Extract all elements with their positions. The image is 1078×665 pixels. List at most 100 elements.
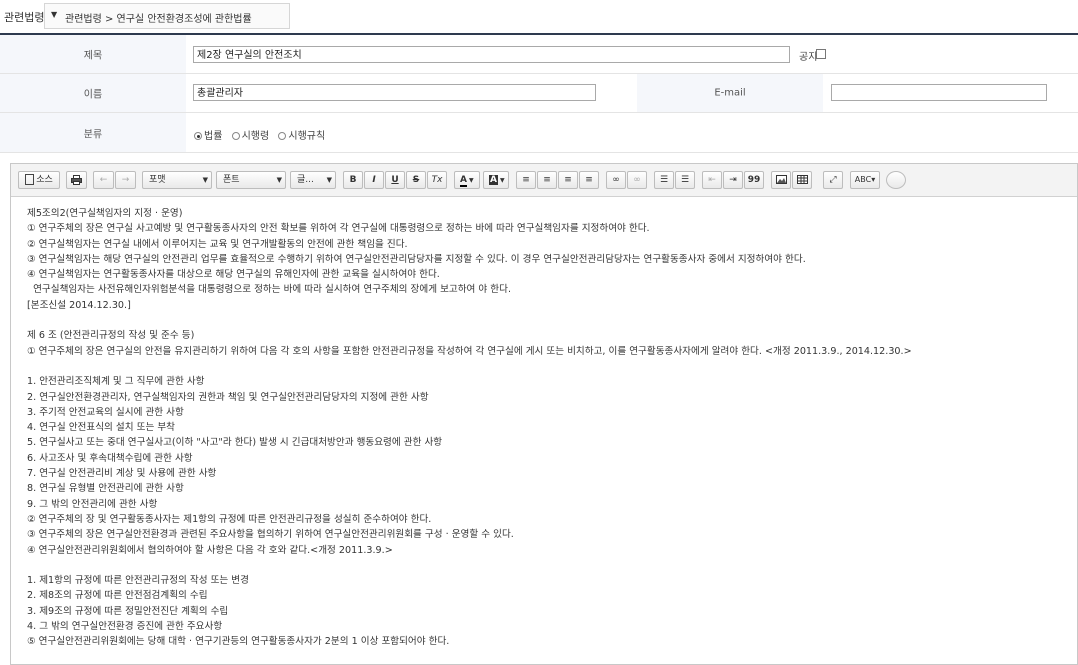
email-header: E-mail xyxy=(637,74,823,112)
text-color-button[interactable]: A ▼ xyxy=(454,171,480,189)
radio-enforcement-rule[interactable]: 시행규칙 xyxy=(278,131,325,142)
content-line: ① 연구주체의 장은 연구실 사고예방 및 연구활동종사자의 안전 확보를 위하… xyxy=(27,223,650,235)
category-radio-group: 법률 시행령 시행규칙 xyxy=(194,127,331,142)
email-input[interactable] xyxy=(831,84,1047,101)
notice-label: 공지 xyxy=(799,52,818,63)
extra-button[interactable] xyxy=(886,171,906,189)
content-line: 4. 연구실 안전표식의 설치 또는 부착 xyxy=(27,422,175,434)
redo-icon: → xyxy=(121,175,130,185)
outdent-icon: ⇤ xyxy=(708,175,716,185)
spellcheck-button[interactable]: ABC▾ xyxy=(850,171,880,189)
indent-icon: ⇥ xyxy=(729,175,737,185)
content-line: ③ 연구주체의 장은 연구실안전환경과 관련된 주요사항을 협의하기 위하여 연… xyxy=(27,529,514,541)
format-dropdown[interactable]: 포맷 ▼ xyxy=(142,171,212,189)
bulleted-list-button[interactable]: ☰ xyxy=(675,171,695,189)
content-line: 3. 제9조의 규정에 따른 정밀안전진단 계획의 수립 xyxy=(27,605,229,617)
radio-rule-button[interactable] xyxy=(278,132,287,140)
radio-law-button[interactable] xyxy=(194,132,202,140)
bg-color-button[interactable]: A ▼ xyxy=(483,171,509,189)
content-line: 연구실책임자는 사전유해인자위험분석을 대통령령으로 정하는 바에 따라 실시하… xyxy=(27,284,512,296)
content-line: 5. 연구실사고 또는 중대 연구실사고(이하 "사고"라 한다) 발생 시 긴… xyxy=(27,437,443,449)
source-button[interactable]: 소스 xyxy=(18,171,60,189)
content-line: 7. 연구실 안전관리비 계상 및 사용에 관한 사항 xyxy=(27,468,217,480)
strikethrough-button[interactable]: S xyxy=(406,171,426,189)
font-dropdown[interactable]: 폰트 ▼ xyxy=(216,171,286,189)
image-button[interactable] xyxy=(771,171,791,189)
name-header: 이름 xyxy=(0,74,186,112)
format-caret-icon: ▼ xyxy=(202,176,208,184)
justify-button[interactable]: ≡ xyxy=(579,171,599,189)
text-color-caret-icon: ▼ xyxy=(468,177,474,184)
top-bar: 관련법령 ▼ 관련법령 > 연구실 안전환경조성에 관한법률 xyxy=(0,0,1078,35)
content-line: ① 연구주체의 장은 연구실의 안전을 유지관리하기 위하여 다음 각 호의 사… xyxy=(27,345,912,357)
font-caret-icon: ▼ xyxy=(276,176,282,184)
notice-checkbox[interactable] xyxy=(816,49,826,59)
blockquote-button[interactable]: 99 xyxy=(744,171,764,189)
align-center-icon: ≡ xyxy=(543,175,551,185)
section-label: 관련법령 xyxy=(4,11,45,24)
name-label: 이름 xyxy=(83,89,103,101)
content-line: [본조신설 2014.12.30.] xyxy=(27,299,131,311)
dropdown-arrow-icon[interactable]: ▼ xyxy=(51,10,57,19)
align-left-icon: ≡ xyxy=(522,175,530,185)
title-label: 제목 xyxy=(83,50,103,62)
content-line: 2. 연구실안전환경관리자, 연구실책임자의 권한과 책임 및 연구실안전관리담… xyxy=(27,391,429,403)
align-center-button[interactable]: ≡ xyxy=(537,171,557,189)
undo-button[interactable]: ← xyxy=(93,171,114,189)
size-caret-icon: ▼ xyxy=(326,176,332,184)
title-row: 제목 제2장 연구실의 안전조치 공지 xyxy=(0,35,1078,74)
title-input[interactable]: 제2장 연구실의 안전조치 xyxy=(193,46,790,63)
justify-icon: ≡ xyxy=(585,175,593,185)
content-line: ⑤ 연구실안전관리위원회에는 당해 대학 · 연구기관등의 연구활동종사자가 2… xyxy=(27,636,450,648)
content-line: 8. 연구실 유형별 안전관리에 관한 사항 xyxy=(27,483,184,495)
bold-button[interactable]: B xyxy=(343,171,363,189)
numbered-list-icon: ☰ xyxy=(659,175,669,185)
content-line: ② 연구실책임자는 연구실 내에서 이루어지는 교육 및 연구개발활동의 안전에… xyxy=(27,238,408,250)
radio-law[interactable]: 법률 xyxy=(194,131,222,142)
content-line: ④ 연구실안전관리위원회에서 협의하여야 할 사항은 다음 각 호와 같다.<개… xyxy=(27,544,393,556)
align-right-button[interactable]: ≡ xyxy=(558,171,578,189)
editor-content[interactable]: 제5조의2(연구실책임자의 지정 · 운영) ① 연구주체의 장은 연구실 사고예… xyxy=(27,206,1067,650)
content-line xyxy=(27,313,1067,328)
print-button[interactable] xyxy=(66,171,87,189)
email-label: E-mail xyxy=(714,87,746,99)
content-line: 9. 그 밖의 안전관리에 관한 사항 xyxy=(27,498,158,510)
redo-button[interactable]: → xyxy=(115,171,136,189)
bulleted-list-icon: ☰ xyxy=(680,175,690,185)
category-header: 분류 xyxy=(0,113,186,152)
content-line: 1. 제1항의 규정에 따른 안전관리규정의 작성 또는 변경 xyxy=(27,575,249,587)
unlink-button[interactable]: ∞ xyxy=(627,171,647,189)
content-line: ② 연구주체의 장 및 연구활동종사자는 제1항의 규정에 따른 안전관리규정을… xyxy=(27,513,432,525)
rich-text-editor: 소스 ← → 포맷 ▼ 폰트 ▼ 글... ▼ B I U S Tx A ▼ A ▼ ≡ … xyxy=(10,163,1078,665)
table-icon xyxy=(796,175,808,184)
content-line: 제5조의2(연구실책임자의 지정 · 운영) xyxy=(27,208,183,219)
outdent-button[interactable]: ⇤ xyxy=(702,171,722,189)
breadcrumb-dropdown[interactable]: ▼ 관련법령 > 연구실 안전환경조성에 관한법률 xyxy=(44,3,290,29)
maximize-icon: ⤢ xyxy=(829,175,837,185)
remove-format-button[interactable]: Tx xyxy=(427,171,447,189)
link-icon: ∞ xyxy=(612,175,620,185)
breadcrumb-text: 관련법령 > 연구실 안전환경조성에 관한법률 xyxy=(65,14,252,25)
radio-decree-button[interactable] xyxy=(231,132,240,140)
category-row: 분류 법률 시행령 시행규칙 xyxy=(0,113,1078,153)
spellcheck-icon: ABC▾ xyxy=(854,175,876,184)
radio-enforcement-decree[interactable]: 시행령 xyxy=(231,131,269,142)
table-button[interactable] xyxy=(792,171,812,189)
font-size-dropdown[interactable]: 글... ▼ xyxy=(290,171,336,189)
content-line xyxy=(27,359,1067,374)
image-icon xyxy=(775,175,787,184)
editor-toolbar: 소스 ← → 포맷 ▼ 폰트 ▼ 글... ▼ B I U S Tx A ▼ A ▼ ≡ … xyxy=(11,164,1077,197)
content-line: 6. 사고조사 및 후속대책수립에 관한 사항 xyxy=(27,452,193,464)
link-button[interactable]: ∞ xyxy=(606,171,626,189)
name-input[interactable]: 총괄관리자 xyxy=(193,84,596,101)
indent-button[interactable]: ⇥ xyxy=(723,171,743,189)
numbered-list-button[interactable]: ☰ xyxy=(654,171,674,189)
maximize-button[interactable]: ⤢ xyxy=(823,171,843,189)
content-line: ④ 연구실책임자는 연구활동종사자를 대상으로 해당 연구실의 유해인자에 관한… xyxy=(27,269,440,281)
content-line: 2. 제8조의 규정에 따른 안전점검계획의 수립 xyxy=(27,590,208,602)
align-right-icon: ≡ xyxy=(564,175,572,185)
underline-button[interactable]: U xyxy=(385,171,405,189)
align-left-button[interactable]: ≡ xyxy=(516,171,536,189)
italic-button[interactable]: I xyxy=(364,171,384,189)
unlink-icon: ∞ xyxy=(633,175,641,185)
